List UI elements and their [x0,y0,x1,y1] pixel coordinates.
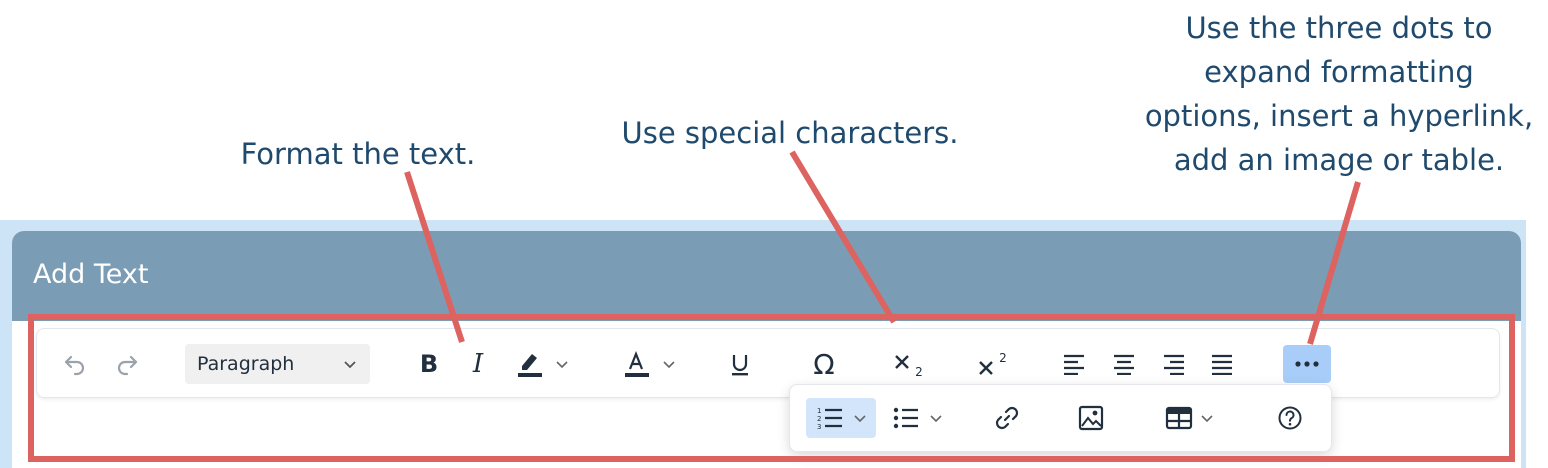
superscript-button[interactable]: 2 [972,344,1012,384]
chevron-down-icon [344,361,356,369]
callout-line: options, insert a hyperlink, [1144,99,1534,133]
align-center-icon [1114,354,1134,375]
block-format-label: Paragraph [197,353,295,375]
svg-text:2: 2 [817,415,821,423]
italic-icon: I [472,349,484,379]
image-icon [1078,405,1104,431]
justify-button[interactable] [1208,344,1236,384]
align-left-icon [1064,354,1084,375]
chevron-down-icon [1201,415,1213,423]
text-color-button[interactable] [618,344,680,384]
highlight-icon [518,354,542,377]
block-format-dropdown[interactable]: Paragraph [185,344,370,384]
align-right-button[interactable] [1160,344,1188,384]
subscript-icon [895,355,910,369]
callout-format-text: Format the text. [240,137,476,171]
chevron-down-icon [556,361,568,369]
callout-line: Use the three dots to [1185,11,1493,45]
align-left-button[interactable] [1060,344,1088,384]
insert-link-button[interactable] [990,398,1024,438]
table-icon [1165,406,1193,430]
insert-table-button[interactable] [1160,398,1220,438]
callout-three-dots: Use the three dots to expand formatting … [1130,6,1548,182]
justify-icon [1212,354,1232,375]
svg-text:3: 3 [817,423,821,431]
superscript-digit: 2 [999,351,1007,365]
subscript-button[interactable]: 2 [888,344,928,384]
bullet-list-button[interactable] [888,398,948,438]
chevron-down-icon [930,415,942,423]
underline-button[interactable] [724,344,756,384]
bold-button[interactable]: B [414,344,444,384]
bold-icon: B [419,350,439,378]
panel-header: Add Text [12,231,1521,321]
help-icon [1278,406,1302,430]
help-button[interactable] [1274,398,1306,438]
callout-line: expand formatting [1204,55,1474,89]
special-characters-button[interactable]: Ω [806,344,842,384]
text-color-icon [625,351,649,377]
numbered-list-button[interactable]: 123 [812,398,872,438]
undo-icon [64,355,85,376]
undo-button[interactable] [58,344,92,384]
numbered-list-icon: 123 [817,407,842,431]
chevron-down-icon [854,415,866,423]
highlight-color-button[interactable] [510,344,574,384]
superscript-icon [979,361,994,375]
link-icon [995,406,1019,430]
redo-button[interactable] [110,344,144,384]
callout-line: add an image or table. [1173,143,1505,177]
omega-icon: Ω [813,347,835,381]
chevron-down-icon [663,361,675,369]
more-icon [1295,361,1319,367]
svg-text:1: 1 [817,407,821,415]
bullet-list-icon [893,407,918,429]
underline-icon [732,355,748,376]
align-right-icon [1164,354,1184,375]
align-center-button[interactable] [1110,344,1138,384]
panel-title: Add Text [33,259,149,290]
redo-icon [117,355,138,376]
callout-special-characters: Use special characters. [621,116,959,150]
subscript-digit: 2 [915,365,923,379]
more-options-button[interactable] [1283,345,1331,383]
italic-button[interactable]: I [463,344,493,384]
insert-image-button[interactable] [1074,398,1108,438]
